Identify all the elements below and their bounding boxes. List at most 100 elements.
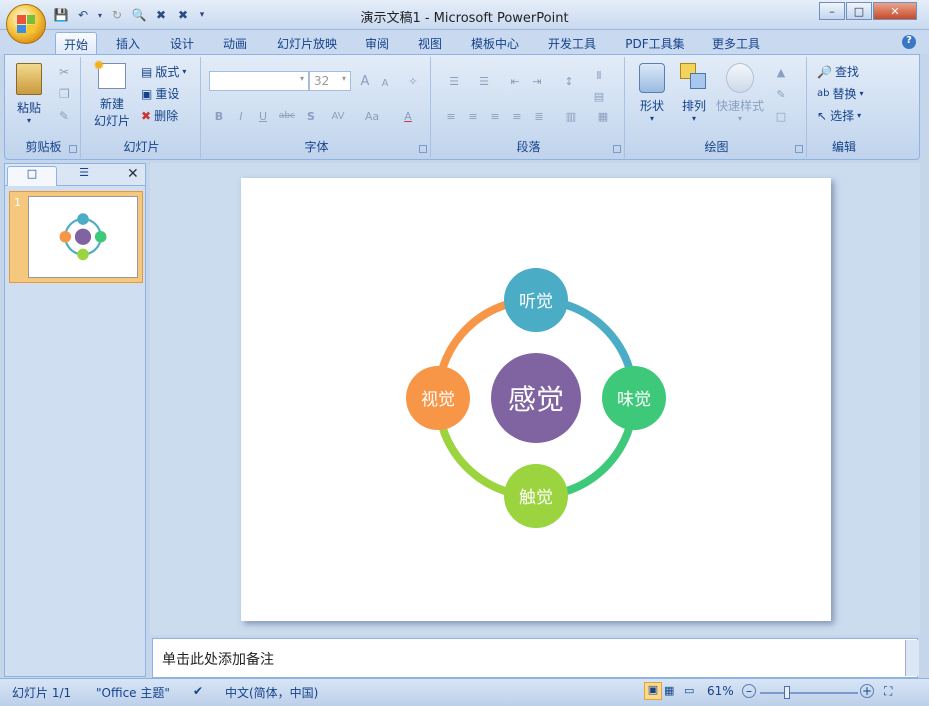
zoom-slider[interactable] — [760, 692, 858, 694]
delete-button[interactable]: ✖ 删除 — [141, 107, 178, 124]
slide-sorter-icon[interactable]: ▦ — [664, 684, 674, 697]
copy-icon[interactable]: ❐ — [59, 87, 70, 101]
select-dropdown-icon: ▾ — [857, 111, 862, 120]
bold-button[interactable]: B — [209, 107, 229, 125]
align-left-icon[interactable]: ≡ — [441, 107, 461, 125]
underline-button[interactable]: U — [253, 107, 273, 125]
slides-tab-icon[interactable]: □ — [7, 166, 57, 186]
bullets-icon[interactable]: ☰ — [441, 72, 467, 90]
undo-dropdown-icon[interactable]: ▾ — [96, 6, 104, 24]
tab-home[interactable]: 开始 — [55, 32, 97, 54]
slide-thumbnail[interactable]: 1 — [9, 191, 143, 283]
shape-outline-icon[interactable]: ✎ — [771, 85, 791, 103]
language[interactable]: 中文(简体，中国) — [225, 684, 318, 701]
format-painter-icon[interactable]: ✎ — [59, 109, 69, 123]
tab-developer[interactable]: 开发工具 — [539, 32, 605, 54]
tab-insert[interactable]: 插入 — [108, 32, 148, 54]
help-icon[interactable]: ? — [902, 35, 916, 49]
close-button[interactable]: ✕ — [873, 2, 917, 20]
tab-animation[interactable]: 动画 — [215, 32, 255, 54]
align-right-icon[interactable]: ≡ — [485, 107, 505, 125]
font-size-combo[interactable]: 32 ▾ — [309, 71, 351, 91]
replace-button[interactable]: ab 替换 ▾ — [817, 85, 864, 102]
node-top[interactable]: 听觉 — [504, 268, 568, 332]
node-bottom[interactable]: 触觉 — [504, 464, 568, 528]
normal-view-icon[interactable]: ▣ — [644, 682, 662, 700]
drawing-dialog-launcher[interactable] — [795, 145, 803, 153]
change-case-button[interactable]: Aa — [359, 107, 385, 125]
align-text-icon[interactable]: ▤ — [589, 87, 609, 105]
select-button[interactable]: ↖ 选择 ▾ — [817, 107, 861, 124]
arrange-button[interactable]: 排列 ▾ — [675, 63, 713, 123]
char-spacing-button[interactable]: AV — [325, 107, 351, 125]
zoom-level[interactable]: 61% — [707, 684, 734, 698]
zoom-out-icon[interactable]: – — [742, 684, 756, 698]
title-bar: 演示文稿1 - Microsoft PowerPoint 💾 ↶ ▾ ↻ 🔍 ✖… — [0, 0, 929, 30]
tab-template-center[interactable]: 模板中心 — [463, 32, 527, 54]
numbering-icon[interactable]: ☰ — [471, 72, 497, 90]
slide-canvas[interactable]: 感觉 听觉 味觉 触觉 视觉 — [241, 178, 831, 621]
align-center-icon[interactable]: ≡ — [463, 107, 483, 125]
node-left[interactable]: 视觉 — [406, 366, 470, 430]
pane-tabs: □ ☰ ✕ — [5, 164, 145, 186]
clear-format-icon[interactable]: ✖ — [174, 6, 192, 24]
tab-more-tools[interactable]: 更多工具 — [704, 32, 768, 54]
zoom-in-icon[interactable]: + — [860, 684, 874, 698]
redo-icon[interactable]: ↻ — [108, 6, 126, 24]
text-direction-icon[interactable]: Ⅱ — [589, 66, 609, 84]
slideshow-view-icon[interactable]: ▭ — [684, 684, 694, 697]
font-dialog-launcher[interactable] — [419, 145, 427, 153]
smartart-icon[interactable]: ▦ — [593, 107, 613, 125]
office-button[interactable] — [6, 4, 46, 44]
find-button[interactable]: 🔎 查找 — [817, 63, 859, 80]
layout-button[interactable]: ▤ 版式 ▾ — [141, 63, 186, 80]
tab-design[interactable]: 设计 — [162, 32, 202, 54]
decrease-indent-icon[interactable]: ⇤ — [505, 72, 525, 90]
save-icon[interactable]: 💾 — [52, 6, 70, 24]
line-spacing-icon[interactable]: ↕ — [555, 72, 583, 90]
clipboard-dialog-launcher[interactable] — [69, 145, 77, 153]
tab-pdf-tools[interactable]: PDF工具集 — [617, 32, 693, 54]
paste-button[interactable]: 粘贴 ▾ — [11, 61, 47, 125]
increase-indent-icon[interactable]: ⇥ — [527, 72, 547, 90]
fit-window-icon[interactable]: ⛶ — [884, 684, 892, 699]
italic-button[interactable]: I — [231, 107, 251, 125]
spelling-icon[interactable]: ✖ — [152, 6, 170, 24]
shrink-font-icon[interactable]: A — [375, 74, 395, 92]
close-pane-icon[interactable]: ✕ — [127, 166, 139, 182]
notes-pane[interactable]: 单击此处添加备注 — [152, 638, 918, 678]
center-node[interactable]: 感觉 — [491, 353, 581, 443]
shapes-button[interactable]: 形状 ▾ — [633, 63, 671, 123]
shape-fill-icon[interactable]: ▲ — [771, 63, 791, 81]
shape-effects-icon[interactable]: □ — [771, 107, 791, 125]
minimize-button[interactable]: – — [819, 2, 845, 20]
new-slide-button[interactable]: ✹ 新建 幻灯片 — [87, 58, 137, 129]
columns-icon[interactable]: ▥ — [557, 107, 585, 125]
justify-icon[interactable]: ≡ — [507, 107, 527, 125]
maximize-button[interactable]: □ — [846, 2, 872, 20]
paragraph-dialog-launcher[interactable] — [613, 145, 621, 153]
spellcheck-icon[interactable]: ✔ — [193, 684, 203, 698]
quick-styles-button[interactable]: 快速样式 ▾ — [715, 63, 765, 123]
tab-review[interactable]: 审阅 — [357, 32, 397, 54]
print-preview-icon[interactable]: 🔍 — [130, 6, 148, 24]
node-right[interactable]: 味觉 — [602, 366, 666, 430]
undo-icon[interactable]: ↶ — [74, 6, 92, 24]
outline-tab-icon[interactable]: ☰ — [59, 166, 109, 186]
grow-font-icon[interactable]: A — [355, 72, 375, 90]
distributed-icon[interactable]: ≣ — [529, 107, 549, 125]
font-name-combo[interactable]: ▾ — [209, 71, 309, 91]
replace-dropdown-icon: ▾ — [859, 89, 864, 98]
zoom-slider-thumb[interactable] — [784, 686, 790, 699]
clear-formatting-icon[interactable]: ✧ — [403, 72, 423, 90]
strikethrough-button[interactable]: abc — [275, 107, 299, 125]
notes-scrollbar[interactable] — [905, 640, 919, 676]
tab-slideshow[interactable]: 幻灯片放映 — [268, 32, 346, 54]
font-color-button[interactable]: A — [395, 107, 421, 125]
replace-label: 替换 — [832, 87, 857, 101]
reset-button[interactable]: ▣ 重设 — [141, 85, 179, 102]
shadow-button[interactable]: S — [301, 107, 321, 125]
cut-icon[interactable]: ✂ — [59, 65, 69, 79]
tab-view[interactable]: 视图 — [410, 32, 450, 54]
customize-qat-icon[interactable]: ▾ — [196, 6, 208, 24]
